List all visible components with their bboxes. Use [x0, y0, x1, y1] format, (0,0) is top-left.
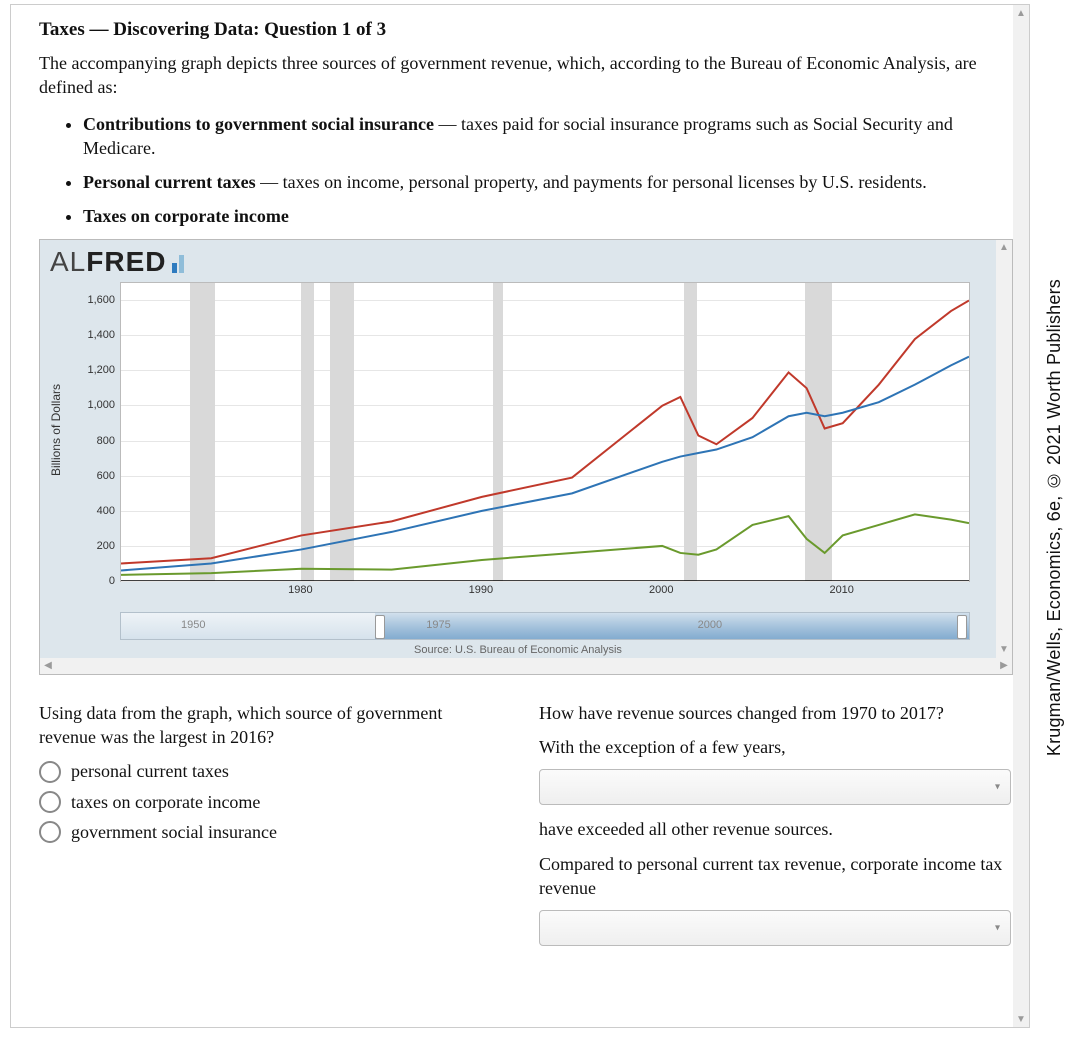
questions-area: Using data from the graph, which source … — [39, 701, 1011, 958]
chart-source: Source: U.S. Bureau of Economic Analysis — [40, 644, 996, 656]
q2-prompt-4: Compared to personal current tax revenue… — [539, 852, 1011, 901]
brush-label: 1950 — [181, 619, 205, 631]
chart-background: ALFRED Billions of Dollars 0200400600800… — [40, 240, 996, 658]
chart-vertical-scrollbar[interactable]: ▲ ▼ — [996, 240, 1012, 658]
copyright-credit: Krugman/Wells, Economics, 6e, © 2021 Wor… — [1040, 8, 1068, 1028]
brush-label: 2000 — [698, 619, 722, 631]
scroll-up-icon[interactable]: ▲ — [996, 240, 1012, 256]
chart-plot-area[interactable]: 02004006008001,0001,2001,4001,600 — [120, 282, 970, 582]
intro-text: The accompanying graph depicts three sou… — [39, 51, 1011, 100]
scroll-right-icon[interactable]: ▶ — [996, 658, 1012, 674]
series-line[interactable] — [121, 300, 969, 563]
q2-prompt-3: have exceeded all other revenue sources. — [539, 817, 1011, 841]
time-range-slider[interactable]: 1950 1975 2000 — [120, 612, 970, 640]
q2-select-1[interactable]: ▾ — [539, 769, 1011, 805]
radio-icon[interactable] — [39, 821, 61, 843]
question-heading: Taxes — Discovering Data: Question 1 of … — [39, 19, 1011, 41]
definition-item: Taxes on corporate income — [83, 204, 1011, 228]
q1-option-0[interactable]: personal current taxes — [39, 759, 499, 783]
scroll-left-icon[interactable]: ◀ — [40, 658, 56, 674]
x-axis: 1980199020002010 — [120, 584, 970, 604]
definition-item: Personal current taxes — taxes on income… — [83, 170, 1011, 194]
q2-select-2[interactable]: ▾ — [539, 910, 1011, 946]
brush-area — [375, 613, 969, 639]
scroll-down-icon[interactable]: ▼ — [996, 642, 1012, 658]
alfred-logo: ALFRED — [40, 240, 996, 282]
question-2: How have revenue sources changed from 19… — [539, 701, 1011, 958]
scroll-up-icon[interactable]: ▲ — [1013, 5, 1029, 21]
caret-down-icon: ▾ — [995, 922, 1000, 936]
y-axis-label: Billions of Dollars — [44, 290, 68, 570]
q1-prompt: Using data from the graph, which source … — [39, 701, 499, 750]
chart-container: ALFRED Billions of Dollars 0200400600800… — [39, 239, 1013, 675]
scroll-down-icon[interactable]: ▼ — [1013, 1011, 1029, 1027]
question-panel: ▲ ▼ Taxes — Discovering Data: Question 1… — [10, 4, 1030, 1028]
radio-icon[interactable] — [39, 791, 61, 813]
brush-handle-right[interactable] — [957, 615, 967, 639]
series-line[interactable] — [121, 356, 969, 570]
question-1: Using data from the graph, which source … — [39, 701, 499, 958]
q2-prompt-2: With the exception of a few years, — [539, 735, 1011, 759]
brush-label: 1975 — [426, 619, 450, 631]
radio-icon[interactable] — [39, 761, 61, 783]
brush-handle-left[interactable] — [375, 615, 385, 639]
q1-option-1[interactable]: taxes on corporate income — [39, 790, 499, 814]
caret-down-icon: ▾ — [995, 781, 1000, 795]
series-line[interactable] — [121, 514, 969, 574]
definitions-list: Contributions to government social insur… — [83, 112, 1011, 229]
q1-option-2[interactable]: government social insurance — [39, 820, 499, 844]
definition-item: Contributions to government social insur… — [83, 112, 1011, 161]
q2-prompt-1: How have revenue sources changed from 19… — [539, 701, 1011, 725]
panel-scrollbar[interactable]: ▲ ▼ — [1013, 5, 1029, 1027]
chart-horizontal-scrollbar[interactable]: ◀ ▶ — [40, 658, 1012, 674]
